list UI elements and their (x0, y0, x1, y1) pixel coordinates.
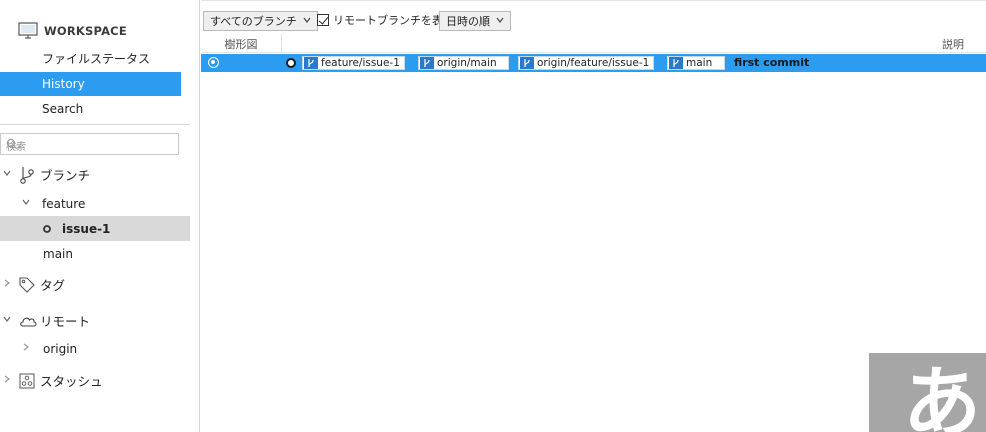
section-tags[interactable]: タグ (0, 272, 190, 297)
tree-remote-origin[interactable]: origin (0, 336, 190, 361)
chevron-down-icon (303, 16, 311, 26)
remotes-label: リモート (40, 314, 91, 329)
ref-text: main (686, 57, 713, 69)
cloud-icon (19, 314, 37, 328)
show-remote-branches-checkbox[interactable]: リモートブランチを表示 (317, 12, 454, 28)
ref-text: origin/feature/issue-1 (537, 57, 650, 69)
sort-order-value: 日時の順 (446, 15, 490, 28)
branch-icon (19, 165, 35, 185)
chevron-right-icon[interactable] (1, 374, 13, 387)
ime-hiragana-glyph: あ (903, 359, 982, 432)
tree-branch-issue-1[interactable]: issue-1 (0, 216, 190, 241)
search-icon (6, 138, 173, 153)
sidebar-search-input[interactable]: 検索 (0, 133, 179, 155)
nav-file-status[interactable]: ファイルステータス (0, 47, 181, 71)
stash-icon (19, 373, 35, 389)
commit-row[interactable]: feature/issue-1 origin/main origin/featu… (201, 54, 986, 72)
ref-text: origin/main (437, 57, 497, 69)
branch-icon (520, 57, 534, 69)
current-branch-icon (42, 224, 52, 234)
commit-message: first commit (734, 56, 810, 69)
nav-search[interactable]: Search (0, 97, 181, 121)
nav-history[interactable]: History (0, 72, 181, 96)
chevron-down-icon[interactable] (1, 314, 13, 327)
ref-label-main[interactable]: main (667, 56, 725, 70)
graph-column-header[interactable]: 樹形図 (201, 36, 281, 52)
origin-label: origin (43, 341, 78, 356)
section-branches[interactable]: ブランチ (0, 162, 190, 187)
tags-label: タグ (40, 278, 66, 293)
section-stash[interactable]: スタッシュ (0, 368, 190, 393)
monitor-icon (18, 22, 38, 40)
tree-folder-feature[interactable]: feature (0, 191, 190, 216)
show-remote-label: リモートブランチを表示 (333, 14, 454, 27)
ime-mode-indicator: あ (869, 353, 986, 432)
workspace-label: WORKSPACE (44, 24, 127, 38)
working-copy-radio-icon (208, 57, 219, 68)
description-column-header[interactable]: 説明 (942, 36, 964, 52)
stash-label: スタッシュ (40, 374, 103, 389)
column-separator[interactable] (281, 34, 282, 53)
chevron-down-icon (496, 16, 504, 26)
branch-filter-value: すべてのブランチ (210, 15, 297, 28)
main-label: main (43, 246, 73, 261)
branch-icon (304, 57, 318, 69)
ref-label-origin-feature-issue-1[interactable]: origin/feature/issue-1 (518, 56, 655, 70)
ref-label-feature-issue-1[interactable]: feature/issue-1 (302, 56, 405, 70)
feature-label: feature (42, 196, 86, 211)
chevron-right-icon[interactable] (1, 278, 13, 291)
chevron-down-icon[interactable] (1, 168, 13, 181)
tag-icon (18, 276, 36, 294)
sidebar-divider (0, 124, 190, 125)
section-remotes[interactable]: リモート (0, 308, 190, 333)
sort-order-dropdown[interactable]: 日時の順 (439, 11, 511, 31)
ref-label-origin-main[interactable]: origin/main (418, 56, 509, 70)
branch-icon (420, 57, 434, 69)
tree-branch-main[interactable]: main (0, 241, 190, 266)
branches-label: ブランチ (40, 168, 91, 183)
branch-icon (669, 57, 683, 69)
issue-1-label: issue-1 (62, 221, 111, 236)
history-toolbar: すべてのブランチ リモートブランチを表示 日時の順 (201, 0, 986, 34)
ref-text: feature/issue-1 (321, 57, 400, 69)
workspace-header: WORKSPACE (18, 20, 127, 42)
checkbox-checked-icon[interactable] (317, 14, 329, 26)
chevron-right-icon[interactable] (20, 342, 32, 355)
branch-filter-dropdown[interactable]: すべてのブランチ (203, 11, 318, 31)
commit-list-header: 樹形図 説明 (201, 34, 986, 53)
sidebar: WORKSPACE ファイルステータス History Search 検索 ブラ… (0, 0, 200, 432)
commit-node-icon (286, 58, 296, 68)
chevron-down-icon[interactable] (20, 197, 32, 210)
